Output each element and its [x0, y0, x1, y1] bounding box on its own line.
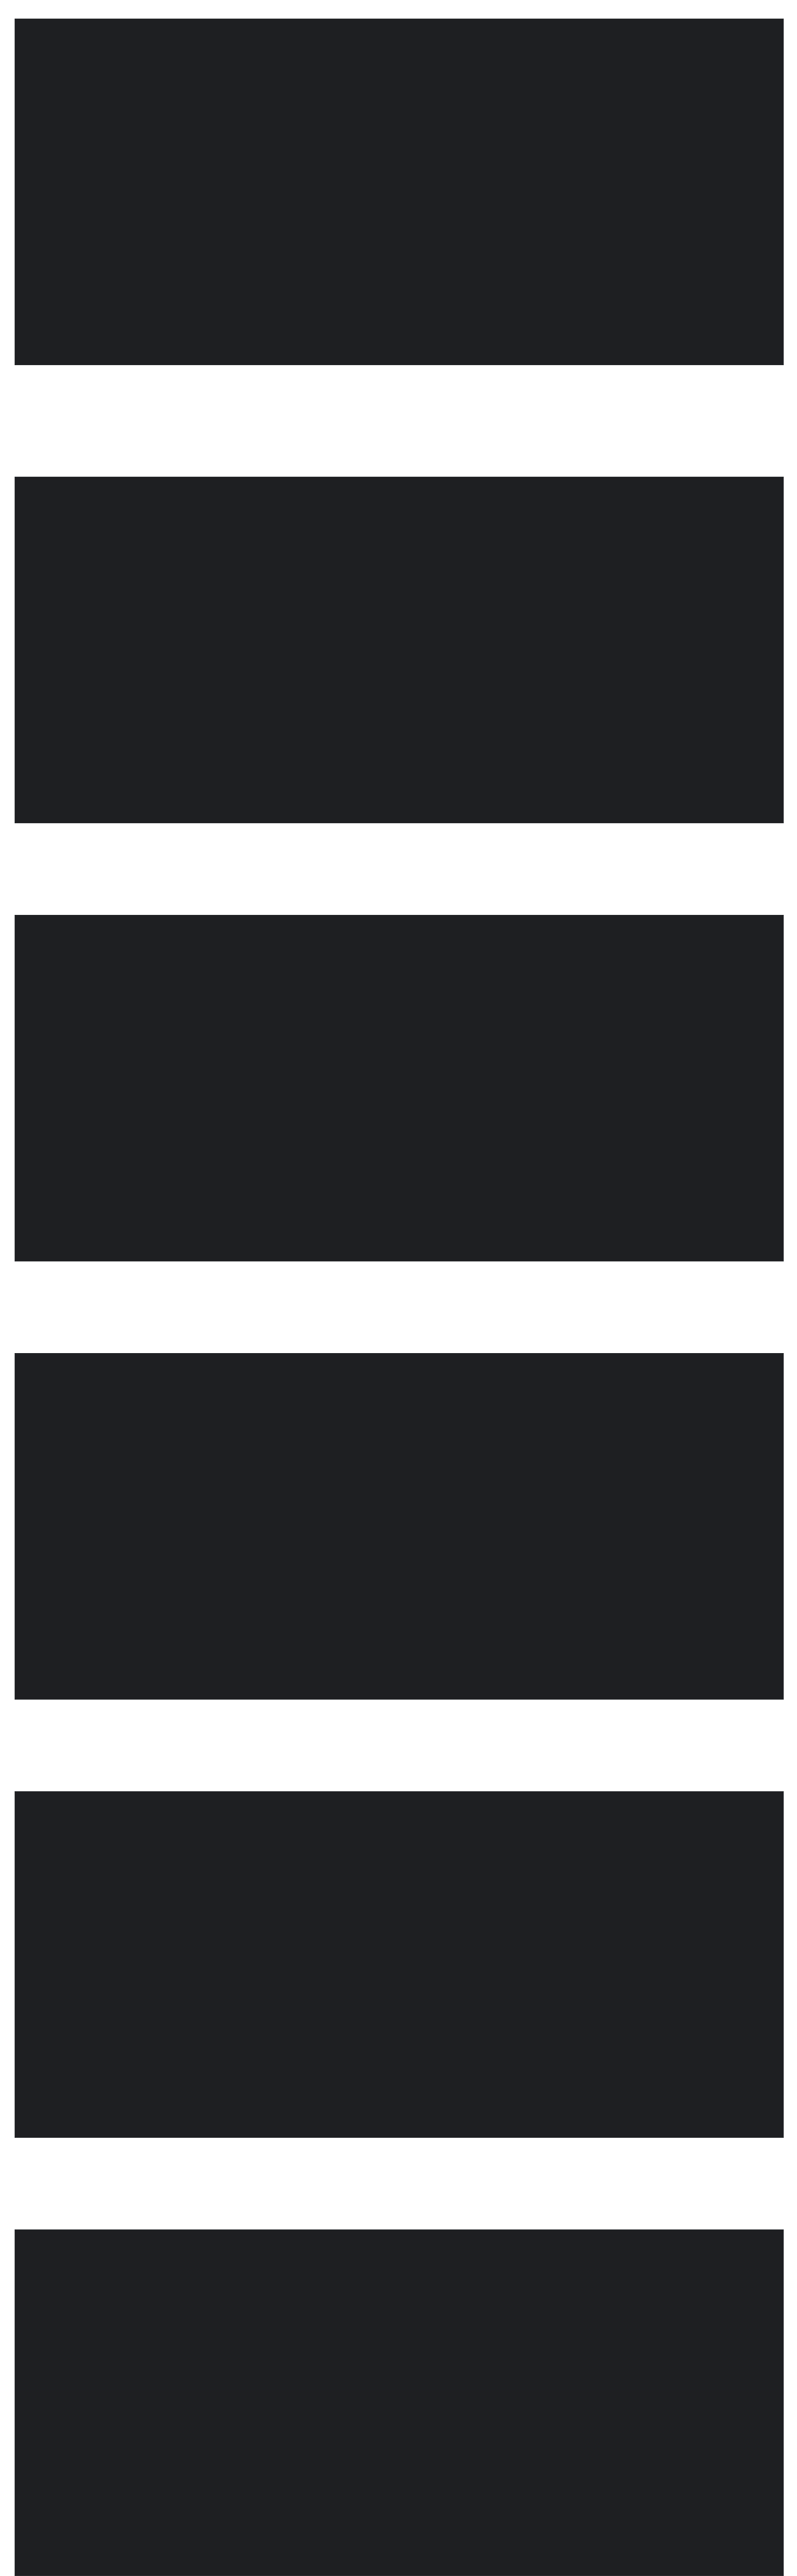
ide-screenshot-6	[15, 2229, 784, 2576]
ide-screenshot-2	[15, 477, 784, 823]
ide-screenshot-3	[15, 915, 784, 1261]
ide-screenshot-5	[15, 1791, 784, 2138]
ide-screenshot-4	[15, 1353, 784, 1700]
ide-screenshot-1	[15, 19, 784, 365]
